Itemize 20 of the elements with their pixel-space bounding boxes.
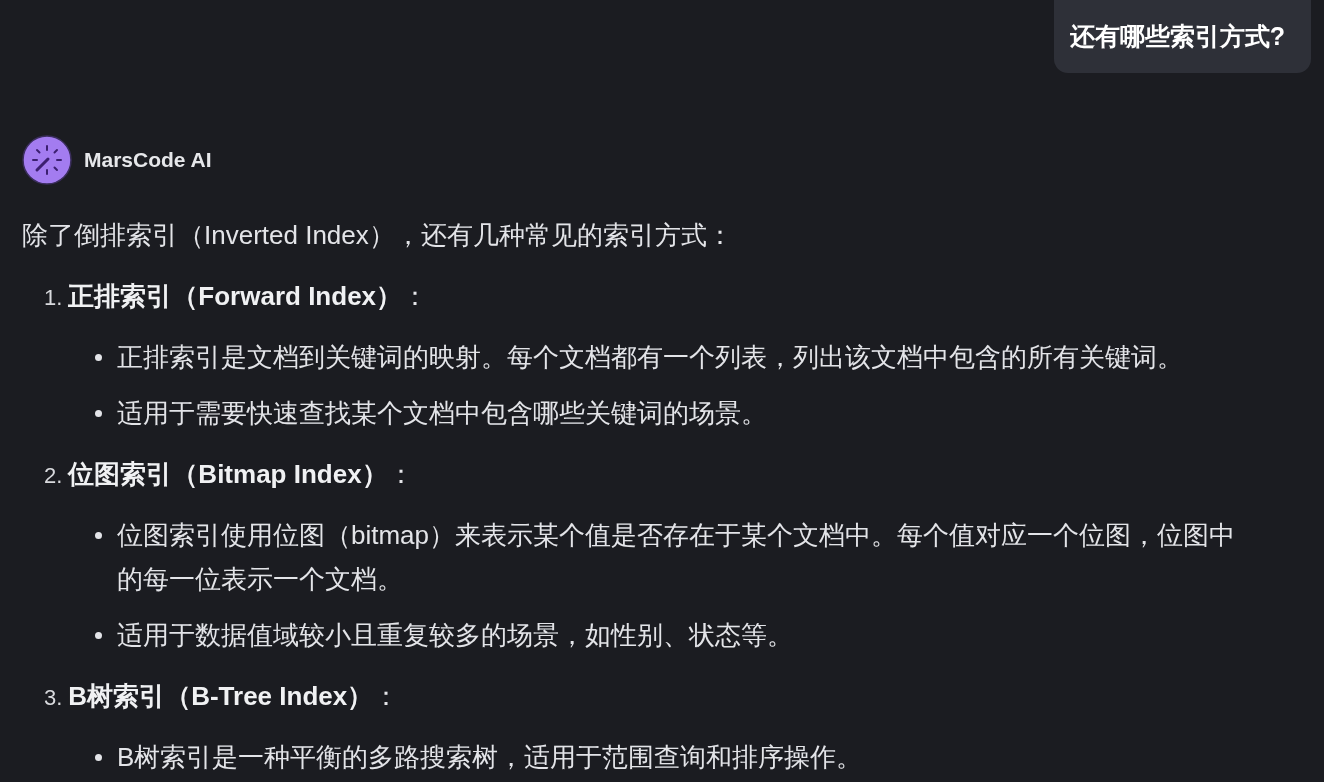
bullet-icon xyxy=(95,532,102,539)
bullet-icon xyxy=(95,754,102,761)
assistant-name: MarsCode AI xyxy=(84,148,212,172)
bullet-icon xyxy=(95,410,102,417)
bullet-text: 适用于需要快速查找某个文档中包含哪些关键词的场景。 xyxy=(117,397,767,430)
list-number: 3. xyxy=(44,684,63,712)
bullet-text: B树索引是一种平衡的多路搜索树，适用于范围查询和排序操作。 xyxy=(117,741,863,774)
item-heading: 正排索引（Forward Index）： xyxy=(68,280,429,313)
list-number: 1. xyxy=(44,284,63,312)
bullet-text: 位图索引使用位图（bitmap）来表示某个值是否存在于某个文档中。每个值对应一个位图，位图中的每一位表示一个文档。 xyxy=(117,519,1237,596)
bullet-icon xyxy=(95,354,102,361)
item-heading: B树索引（B-Tree Index）： xyxy=(68,680,400,713)
answer-intro: 除了倒排索引（Inverted Index），还有几种常见的索引方式： xyxy=(22,219,734,252)
wand-sparkle-avatar-icon xyxy=(22,135,72,185)
bullet-text: 适用于数据值域较小且重复较多的场景，如性别、状态等。 xyxy=(117,619,793,652)
list-number: 2. xyxy=(44,462,63,490)
user-message: 还有哪些索引方式? xyxy=(1053,0,1311,73)
bullet-text: 正排索引是文档到关键词的映射。每个文档都有一个列表，列出该文档中包含的所有关键词。 xyxy=(117,341,1183,374)
bullet-icon xyxy=(95,632,102,639)
item-heading: 位图索引（Bitmap Index）： xyxy=(68,458,414,491)
